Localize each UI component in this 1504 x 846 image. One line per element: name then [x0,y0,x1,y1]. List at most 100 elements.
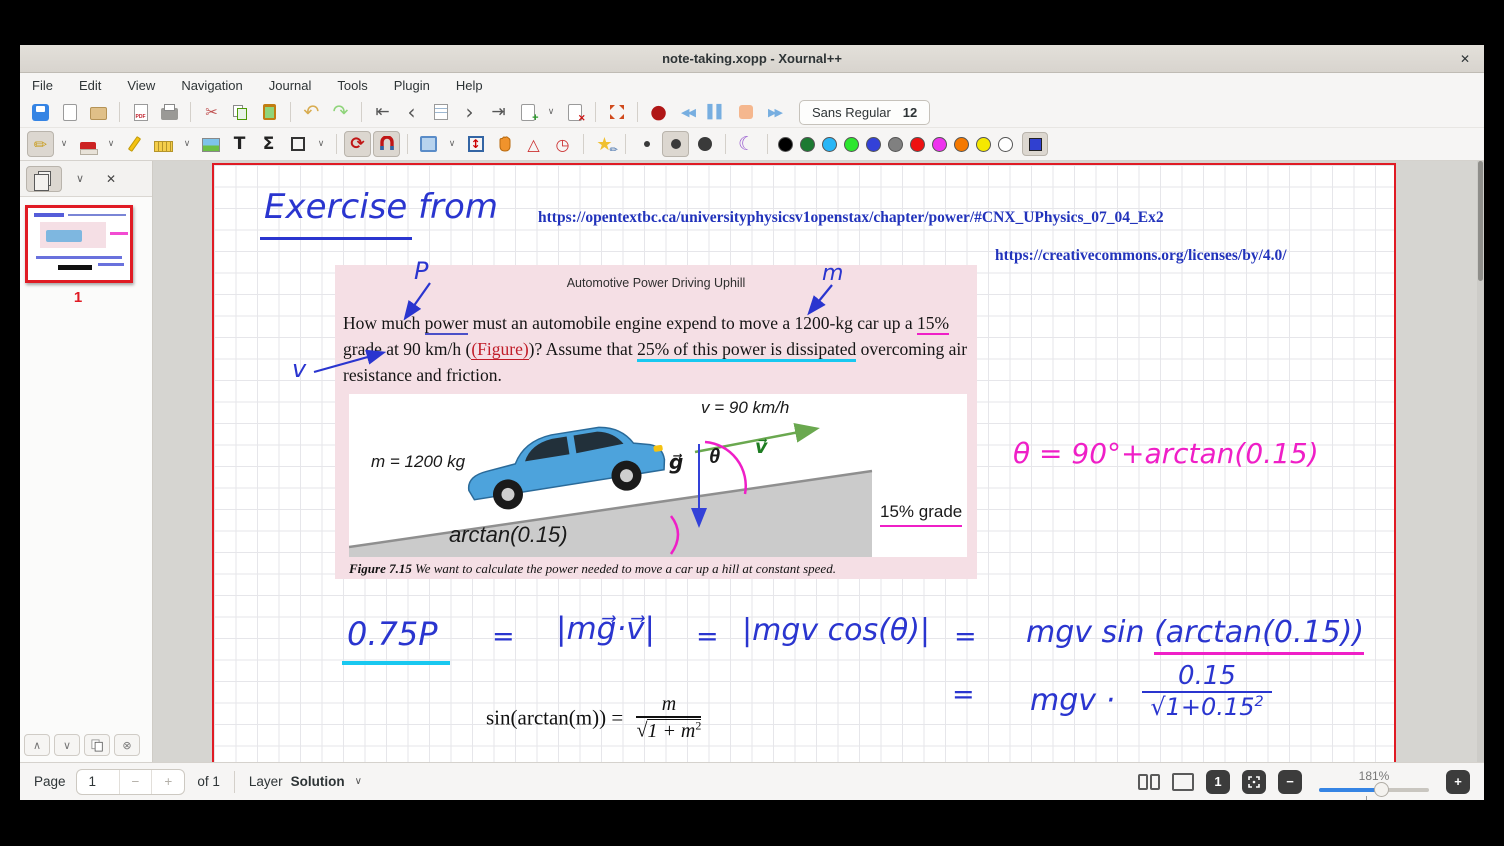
snap-rotation-button[interactable]: ⟳ [344,131,371,157]
menu-edit[interactable]: Edit [77,76,103,95]
zoom-slider[interactable] [1319,783,1429,795]
last-page-button[interactable]: ⇥ [485,99,512,125]
menu-view[interactable]: View [125,76,157,95]
draw-circle-button[interactable]: ◷ [549,131,576,157]
close-window-button[interactable]: ✕ [1456,50,1474,68]
fill-button[interactable]: ☾ [733,131,760,157]
line-thick-button[interactable] [691,131,718,157]
snap-grid-button[interactable] [373,131,400,157]
ruler-tool-button[interactable] [150,131,177,157]
color-yellow[interactable] [976,137,991,152]
goto-page-button[interactable] [427,99,454,125]
duplicate-page-button[interactable] [84,734,110,756]
rewind-button[interactable]: ◀◀ [674,99,701,125]
add-page-dropdown[interactable]: ∨ [543,99,559,125]
color-orange[interactable] [954,137,969,152]
page-number-input[interactable]: 1 [77,770,119,794]
license-url-link[interactable]: https://creativecommons.org/licenses/by/… [995,247,1287,265]
current-color-button[interactable] [1022,132,1048,156]
line-thin-button[interactable] [633,131,660,157]
page-increment-button[interactable]: + [151,770,184,794]
magnet-icon [378,136,396,152]
select-dropdown[interactable]: ∨ [444,131,460,157]
previous-page-button[interactable]: ‹ [398,99,425,125]
forward-button[interactable]: ▶▶ [761,99,788,125]
page-thumbnail[interactable] [25,205,133,283]
color-magenta[interactable] [932,137,947,152]
color-cyan[interactable] [822,137,837,152]
color-gray[interactable] [888,137,903,152]
menu-plugin[interactable]: Plugin [392,76,432,95]
shape-recognizer-button[interactable]: △ [520,131,547,157]
color-blue[interactable] [866,137,881,152]
open-button[interactable] [85,99,112,125]
insert-image-button[interactable] [197,131,224,157]
select-rect-button[interactable] [415,131,442,157]
journal-page[interactable]: Exercise from https://opentextbc.ca/univ… [212,163,1396,762]
add-page-button[interactable]: + [514,99,541,125]
zoom-out-button[interactable]: − [1278,770,1302,794]
menu-tools[interactable]: Tools [335,76,369,95]
zoom-in-button[interactable]: + [1446,770,1470,794]
delete-page-button[interactable]: ✕ [561,99,588,125]
print-button[interactable] [156,99,183,125]
sidebar-close-button[interactable]: ✕ [106,172,116,186]
layer-value[interactable]: Solution [291,774,345,789]
ruler-dropdown[interactable]: ∨ [179,131,195,157]
record-button[interactable]: ● [645,99,672,125]
color-white[interactable] [998,137,1013,152]
highlighter-tool-button[interactable] [121,131,148,157]
line-medium-button[interactable] [662,131,689,157]
color-dark-green[interactable] [800,137,815,152]
zoom-slider-knob[interactable] [1374,782,1389,797]
zoom-fit-button[interactable] [1242,770,1266,794]
scrollbar-thumb[interactable] [1478,161,1483,281]
document-canvas[interactable]: Exercise from https://opentextbc.ca/univ… [153,161,1484,762]
pen-tool-button[interactable]: ✏ [27,131,54,157]
save-button[interactable] [27,99,54,125]
menu-navigation[interactable]: Navigation [179,76,244,95]
new-document-button[interactable] [56,99,83,125]
first-page-button[interactable]: ⇤ [369,99,396,125]
dual-page-view-button[interactable] [1138,774,1160,790]
paste-button[interactable] [256,99,283,125]
presentation-mode-button[interactable] [1172,773,1194,791]
close-pages-button[interactable]: ⊗ [114,734,140,756]
eq-mgv: mgv · [1030,683,1115,718]
cut-button[interactable]: ✂ [198,99,225,125]
color-green[interactable] [844,137,859,152]
pause-button[interactable]: ▌▌ [703,99,730,125]
next-page-button[interactable]: › [456,99,483,125]
stop-button[interactable] [732,99,759,125]
menu-help[interactable]: Help [454,76,485,95]
page-down-button[interactable]: ∨ [54,734,80,756]
fullscreen-button[interactable] [603,99,630,125]
shape-dropdown[interactable]: ∨ [313,131,329,157]
layer-dropdown-chevron[interactable]: ∨ [355,776,362,787]
menu-file[interactable]: File [30,76,55,95]
eraser-dropdown[interactable]: ∨ [103,131,119,157]
vertical-scrollbar[interactable] [1477,161,1484,762]
customize-favorite-button[interactable]: ★ ✏ [591,131,618,157]
menu-journal[interactable]: Journal [267,76,314,95]
text-tool-button[interactable]: T [226,131,253,157]
redo-button[interactable]: ↷ [327,99,354,125]
export-pdf-button[interactable]: PDF [127,99,154,125]
sidebar-dropdown[interactable]: ∨ [76,172,92,185]
title-bar[interactable]: note-taking.xopp - Xournal++ ✕ [20,45,1484,73]
math-tex-button[interactable]: Σ [255,131,282,157]
copy-button[interactable] [227,99,254,125]
undo-button[interactable]: ↶ [298,99,325,125]
pen-dropdown[interactable]: ∨ [56,131,72,157]
shape-tool-button[interactable] [284,131,311,157]
eraser-tool-button[interactable] [74,131,101,157]
page-up-button[interactable]: ∧ [24,734,50,756]
hand-tool-button[interactable] [491,131,518,157]
vertical-space-button[interactable]: ↕ [462,131,489,157]
page-indicator-button[interactable]: 1 [1206,770,1230,794]
font-button[interactable]: Sans Regular 12 [799,100,930,125]
color-red[interactable] [910,137,925,152]
page-decrement-button[interactable]: − [119,770,152,794]
color-black[interactable] [778,137,793,152]
sidebar-pages-tab[interactable] [26,166,62,192]
